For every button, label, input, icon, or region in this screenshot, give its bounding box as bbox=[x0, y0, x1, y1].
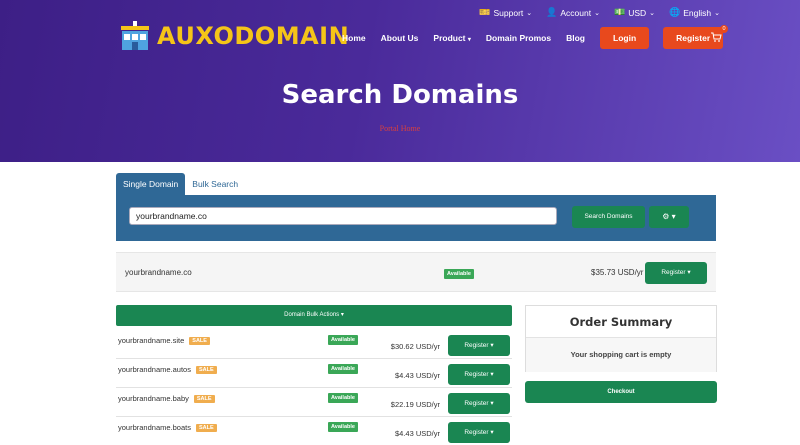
result-domain: yourbrandname.co bbox=[125, 268, 192, 277]
bulk-actions-button[interactable]: Domain Bulk Actions ▾ bbox=[116, 305, 512, 326]
domain-search-input[interactable]: yourbrandname.co bbox=[129, 207, 557, 225]
chevron-down-icon: ⌄ bbox=[649, 9, 656, 17]
bulk-domain: yourbrandname.autos SALE bbox=[118, 365, 217, 375]
cart-button[interactable]: 0 bbox=[710, 25, 728, 42]
bulk-register-button[interactable]: Register ▾ bbox=[448, 335, 510, 356]
search-tabs: Single Domain Bulk Search bbox=[116, 173, 245, 195]
nav-about[interactable]: About Us bbox=[381, 33, 419, 43]
building-logo-icon bbox=[121, 21, 149, 50]
bulk-price: $22.19 USD/yr bbox=[390, 400, 440, 409]
chevron-down-icon: ⌄ bbox=[526, 9, 533, 17]
nav-product[interactable]: Product ▾ bbox=[433, 33, 471, 43]
language-menu[interactable]: 🌐 English ⌄ bbox=[669, 7, 720, 18]
tab-bulk-search[interactable]: Bulk Search bbox=[185, 173, 245, 195]
cart-empty-message: Your shopping cart is empty bbox=[526, 338, 716, 372]
gear-icon: ⚙ ▾ bbox=[662, 212, 676, 221]
nav-domain-promos[interactable]: Domain Promos bbox=[486, 33, 551, 43]
list-item: yourbrandname.boats SALE Available $4.43 … bbox=[116, 417, 512, 445]
status-badge: Available bbox=[328, 335, 358, 345]
currency-label: USD bbox=[628, 7, 647, 18]
sale-badge: SALE bbox=[195, 424, 217, 433]
status-badge: Available bbox=[328, 393, 358, 403]
account-label: Account bbox=[560, 7, 592, 18]
result-register-button[interactable]: Register ▾ bbox=[645, 262, 707, 284]
support-menu[interactable]: 🎫 Support ⌄ bbox=[479, 7, 532, 18]
breadcrumb[interactable]: Portal Home bbox=[0, 124, 800, 133]
page-title: Search Domains bbox=[281, 80, 519, 110]
search-domains-button[interactable]: Search Domains bbox=[572, 206, 645, 228]
bulk-domain-text: yourbrandname.autos bbox=[118, 365, 191, 374]
list-item: yourbrandname.autos SALE Available $4.43 … bbox=[116, 359, 512, 388]
checkout-button[interactable]: Checkout bbox=[525, 381, 717, 403]
sale-badge: SALE bbox=[193, 395, 215, 404]
search-options-button[interactable]: ⚙ ▾ bbox=[649, 206, 689, 228]
search-panel: yourbrandname.co Search Domains ⚙ ▾ bbox=[116, 195, 716, 241]
bulk-register-button[interactable]: Register ▾ bbox=[448, 422, 510, 443]
hero-banner: 🎫 Support ⌄ 👤 Account ⌄ 💵 USD ⌄ 🌐 Englis… bbox=[0, 0, 800, 162]
bulk-results-list: yourbrandname.site SALE Available $30.62 … bbox=[116, 330, 512, 445]
bulk-price: $4.43 USD/yr bbox=[394, 429, 440, 438]
tab-single-domain[interactable]: Single Domain bbox=[116, 173, 186, 195]
top-bar: 🎫 Support ⌄ 👤 Account ⌄ 💵 USD ⌄ 🌐 Englis… bbox=[479, 7, 720, 18]
bulk-price: $4.43 USD/yr bbox=[394, 371, 440, 380]
status-badge: Available bbox=[444, 269, 474, 279]
result-price: $35.73 USD/yr bbox=[591, 268, 644, 277]
bulk-price: $30.62 USD/yr bbox=[390, 342, 440, 351]
chevron-down-icon: ⌄ bbox=[714, 9, 720, 17]
bulk-domain-text: yourbrandname.baby bbox=[118, 394, 189, 403]
chevron-down-icon: ⌄ bbox=[594, 9, 600, 17]
language-label: English bbox=[683, 7, 712, 18]
money-icon: 💵 bbox=[613, 7, 626, 17]
user-icon: 👤 bbox=[546, 7, 558, 17]
cart-icon bbox=[711, 32, 722, 42]
currency-menu[interactable]: 💵 USD ⌄ bbox=[614, 7, 655, 18]
bulk-domain: yourbrandname.site SALE bbox=[118, 336, 210, 346]
cart-count-badge: 0 bbox=[720, 25, 728, 33]
bulk-domain-text: yourbrandname.site bbox=[118, 336, 185, 345]
order-summary-panel: Order Summary Your shopping cart is empt… bbox=[525, 305, 717, 372]
bulk-domain: yourbrandname.boats SALE bbox=[118, 423, 217, 433]
nav-blog[interactable]: Blog bbox=[566, 33, 585, 43]
site-logo[interactable]: AUXODOMAIN bbox=[119, 20, 349, 52]
list-item: yourbrandname.baby SALE Available $22.19 … bbox=[116, 388, 512, 417]
order-summary-title: Order Summary bbox=[526, 306, 716, 338]
primary-result-row: yourbrandname.co Available $35.73 USD/yr… bbox=[116, 252, 716, 292]
support-label: Support bbox=[493, 7, 524, 18]
chevron-down-icon: ▾ bbox=[467, 37, 471, 43]
bulk-register-button[interactable]: Register ▾ bbox=[448, 364, 510, 385]
status-badge: Available bbox=[328, 422, 358, 432]
status-badge: Available bbox=[328, 364, 358, 374]
ticket-icon: 🎫 bbox=[479, 7, 491, 17]
sale-badge: SALE bbox=[189, 337, 210, 346]
login-button[interactable]: Login bbox=[600, 27, 650, 49]
globe-icon: 🌐 bbox=[669, 7, 681, 17]
list-item: yourbrandname.site SALE Available $30.62 … bbox=[116, 330, 512, 359]
main-nav: Home About Us Product ▾ Domain Promos Bl… bbox=[342, 27, 737, 49]
bulk-register-button[interactable]: Register ▾ bbox=[448, 393, 510, 414]
account-menu[interactable]: 👤 Account ⌄ bbox=[546, 7, 600, 18]
logo-text: AUXODOMAIN bbox=[157, 22, 350, 50]
sale-badge: SALE bbox=[195, 366, 217, 375]
bulk-domain: yourbrandname.baby SALE bbox=[118, 394, 215, 404]
nav-home[interactable]: Home bbox=[342, 33, 366, 43]
bulk-domain-text: yourbrandname.boats bbox=[118, 423, 191, 432]
nav-product-label: Product bbox=[433, 33, 466, 43]
